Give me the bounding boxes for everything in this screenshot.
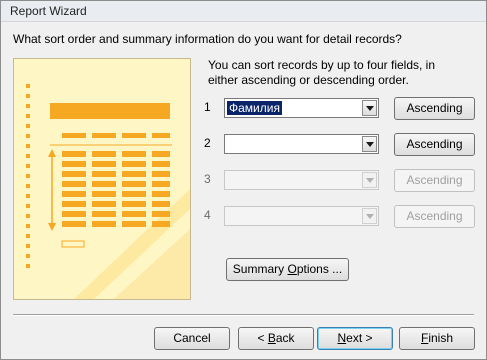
summary-options-mnemonic: O [287, 262, 297, 276]
sort-field-3-value [227, 173, 231, 187]
report-layout-illustration [13, 58, 191, 300]
sort-field-1-value: Фамилия [226, 100, 283, 116]
back-button[interactable]: < Back [238, 327, 314, 350]
instructions-text: You can sort records by up to four field… [208, 58, 436, 87]
window-title: Report Wizard [10, 4, 87, 18]
sort-field-4-combobox[interactable] [224, 206, 379, 226]
sort-field-4-value [227, 209, 231, 223]
finish-label-post: inish [428, 331, 454, 345]
report-wizard-window: Report Wizard What sort order and summar… [0, 0, 487, 360]
back-label-post: ack [275, 331, 295, 345]
sort-number-1: 1 [204, 100, 211, 114]
sort-field-3-combobox[interactable] [224, 170, 379, 190]
dropdown-arrow-icon[interactable] [362, 208, 377, 224]
next-mnemonic: N [337, 331, 347, 345]
next-button[interactable]: Next > [317, 327, 393, 350]
back-label-pre: < [257, 331, 268, 345]
sort-order-1-button[interactable]: Ascending [394, 97, 475, 120]
sort-field-1-combobox[interactable]: Фамилия [224, 98, 379, 118]
sort-number-3: 3 [204, 172, 211, 186]
dropdown-arrow-icon[interactable] [362, 100, 377, 116]
page-heading: What sort order and summary information … [13, 32, 402, 46]
dropdown-arrow-icon[interactable] [362, 136, 377, 152]
sort-order-2-button[interactable]: Ascending [394, 133, 475, 156]
sort-field-2-combobox[interactable] [224, 134, 379, 154]
sort-order-4-button[interactable]: Ascending [394, 205, 475, 228]
finish-button[interactable]: Finish [399, 327, 475, 350]
footer-divider [13, 314, 474, 316]
sort-number-4: 4 [204, 208, 211, 222]
title-bar[interactable]: Report Wizard [1, 1, 486, 22]
back-mnemonic: B [267, 331, 276, 345]
summary-options-label-post: ptions ... [296, 262, 343, 276]
summary-options-button[interactable]: Summary Options ... [226, 258, 349, 281]
summary-options-label-pre: Summary [232, 262, 288, 276]
dropdown-arrow-icon[interactable] [362, 172, 377, 188]
sort-field-2-value [227, 137, 231, 151]
cancel-button[interactable]: Cancel [154, 327, 230, 350]
sort-number-2: 2 [204, 136, 211, 150]
next-label-post: ext > [346, 331, 373, 345]
sort-order-3-button[interactable]: Ascending [394, 169, 475, 192]
